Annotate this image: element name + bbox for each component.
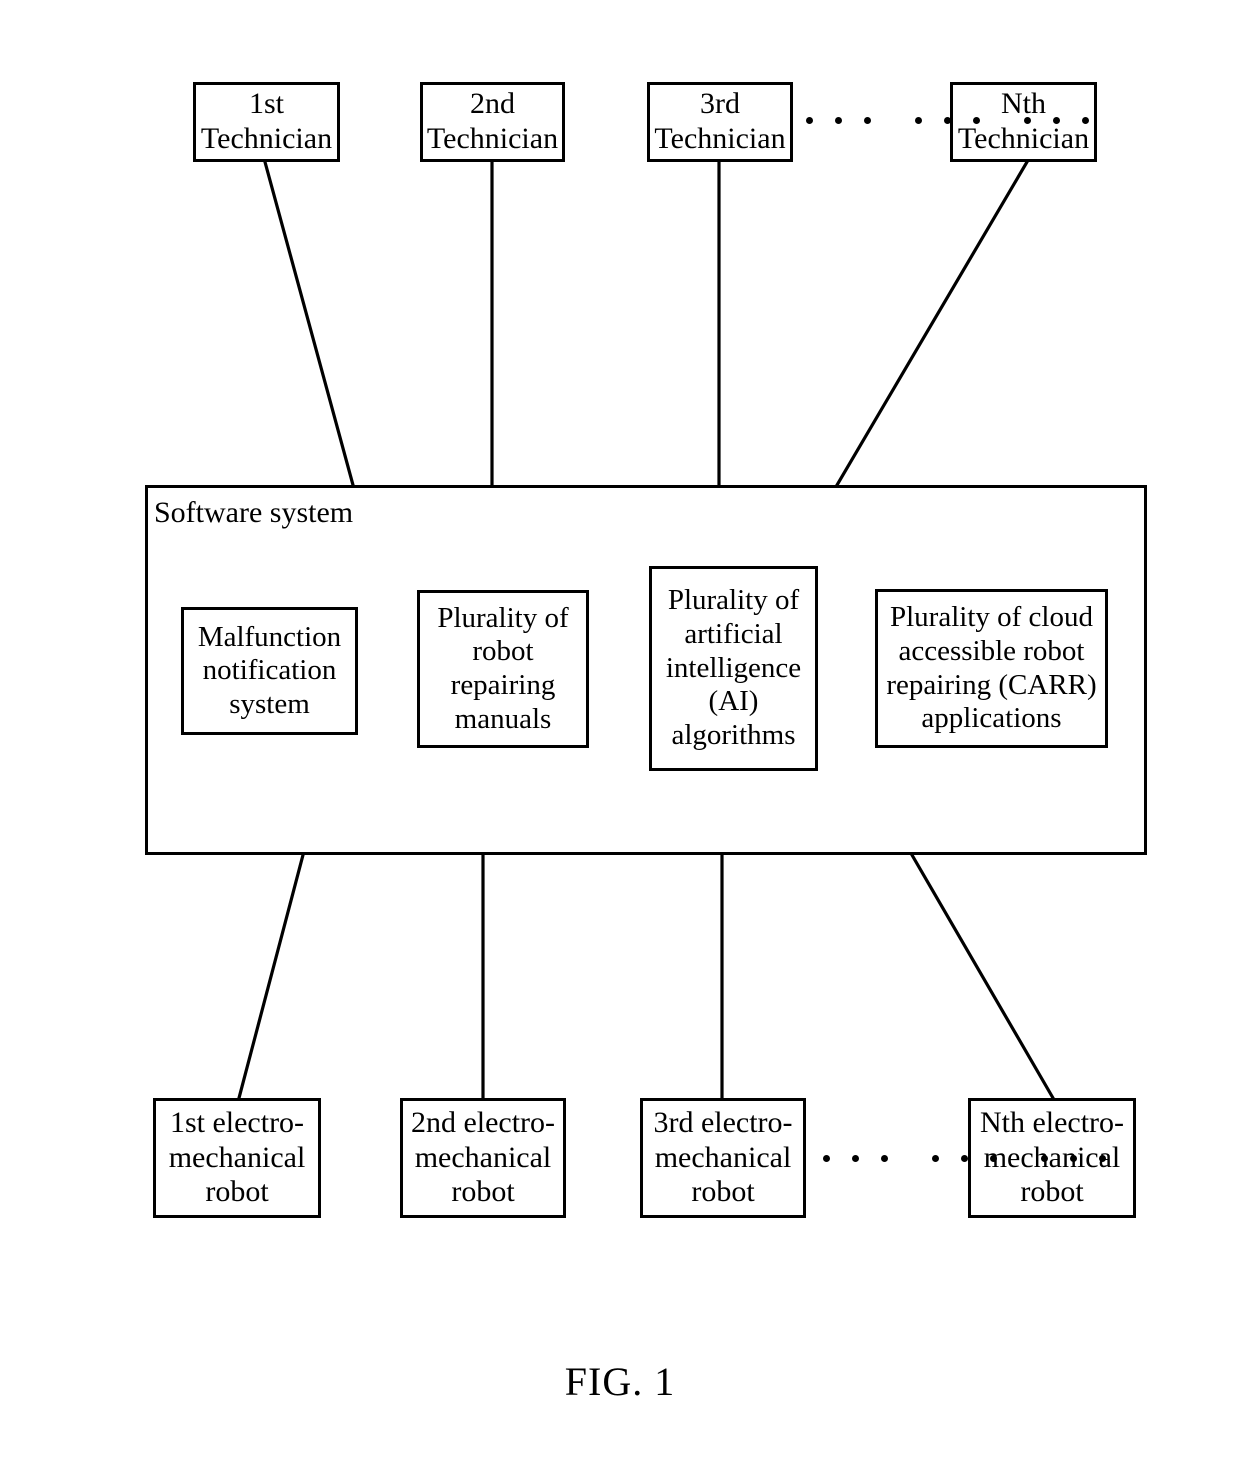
ellipsis-dot <box>1082 117 1089 124</box>
technician-box-1-line1: 1st <box>248 87 284 121</box>
ellipsis-gap <box>899 1158 921 1159</box>
robot-repairing-manuals-label: Plurality of robot repairing manuals <box>437 601 569 735</box>
robot-row-ellipsis <box>812 1155 1117 1162</box>
technician-box-4-line2: Technician <box>957 122 1090 155</box>
malfunction-notification-system-label: Malfunction notification system <box>197 620 342 720</box>
ellipsis-dot <box>1099 1155 1106 1162</box>
robot-box-3[interactable]: 3rd electro-mechanical robot <box>640 1098 806 1218</box>
malfunction-notification-system-box[interactable]: Malfunction notification system <box>181 607 358 735</box>
robot-box-2-line2: mechanical <box>414 1140 552 1174</box>
connector-system-to-robot4 <box>909 852 1056 1101</box>
technician-box-3-line1: 3rd <box>699 87 740 121</box>
ellipsis-dot <box>1041 1155 1048 1162</box>
ellipsis-dot <box>806 117 813 124</box>
robot-box-2-label: 2nd electro-mechanical robot <box>407 1106 559 1210</box>
robot-box-1-line3: robot <box>205 1175 269 1209</box>
ellipsis-group-1 <box>795 117 882 124</box>
technician-row-ellipsis <box>795 117 1100 124</box>
ellipsis-group-1 <box>812 1155 899 1162</box>
ellipsis-group-2 <box>904 117 991 124</box>
ellipsis-dot <box>1070 1155 1077 1162</box>
robot-box-4-line3: robot <box>1020 1175 1084 1209</box>
figure-caption: FIG. 1 <box>564 1359 676 1404</box>
ellipsis-group-3 <box>1030 1155 1117 1162</box>
technician-box-2-line1: 2nd <box>470 87 515 121</box>
robot-box-1-line2: mechanical <box>168 1140 306 1174</box>
patent-figure-1: 1st Technician 2nd Technician 3rd Technicia… <box>0 0 1240 1468</box>
technician-box-1-label: 1st Technician <box>197 87 336 157</box>
robot-box-3-label: 3rd electro-mechanical robot <box>649 1106 796 1210</box>
ellipsis-dot <box>881 1155 888 1162</box>
technician-box-2-label: 2nd Technician <box>423 87 562 157</box>
robot-box-2-line1: 2nd electro- <box>410 1105 556 1139</box>
robot-box-3-line3: robot <box>691 1175 755 1209</box>
connector-tech4-to-system <box>834 159 1030 488</box>
robot-box-1[interactable]: 1st electro-mechanical robot <box>153 1098 321 1218</box>
robot-box-4-line1: Nth electro- <box>979 1105 1125 1139</box>
technician-box-1[interactable]: 1st Technician <box>193 82 340 162</box>
carr-applications-box[interactable]: Plurality of cloud accessible robot repa… <box>875 589 1108 748</box>
ai-algorithms-box[interactable]: Plurality of artificial intelligence (AI… <box>649 566 818 771</box>
robot-box-3-line2: mechanical <box>654 1140 792 1174</box>
ellipsis-group-2 <box>921 1155 1008 1162</box>
ellipsis-group-3 <box>1013 117 1100 124</box>
robot-box-1-line1: 1st electro- <box>169 1105 305 1139</box>
ellipsis-dot <box>852 1155 859 1162</box>
robot-box-2-line3: robot <box>451 1175 515 1209</box>
ai-algorithms-label: Plurality of artificial intelligence (AI… <box>665 584 802 751</box>
ellipsis-dot <box>990 1155 997 1162</box>
ellipsis-gap <box>1008 1158 1030 1159</box>
ellipsis-dot <box>932 1155 939 1162</box>
technician-box-2-line2: Technician <box>426 122 559 155</box>
ellipsis-dot <box>915 117 922 124</box>
ellipsis-dot <box>961 1155 968 1162</box>
ellipsis-dot <box>973 117 980 124</box>
robot-repairing-manuals-box[interactable]: Plurality of robot repairing manuals <box>417 590 589 748</box>
technician-box-4-line1: Nth <box>1000 87 1046 121</box>
ellipsis-dot <box>864 117 871 124</box>
robot-box-1-label: 1st electro-mechanical robot <box>165 1106 310 1210</box>
software-system-label: Software system <box>154 496 354 529</box>
connector-system-to-robot1 <box>237 853 305 1100</box>
ellipsis-gap <box>882 120 904 121</box>
ellipsis-gap <box>991 120 1013 121</box>
technician-box-1-line2: Technician <box>200 122 333 155</box>
ellipsis-dot <box>1053 117 1060 124</box>
ellipsis-dot <box>835 117 842 124</box>
connector-tech1-to-system <box>263 160 355 487</box>
technician-box-3-label: 3rd Technician <box>650 87 789 157</box>
technician-box-3[interactable]: 3rd Technician <box>647 82 793 162</box>
ellipsis-dot <box>823 1155 830 1162</box>
robot-box-3-line1: 3rd electro- <box>653 1105 793 1139</box>
ellipsis-dot <box>944 117 951 124</box>
ellipsis-dot <box>1024 117 1031 124</box>
robot-box-2[interactable]: 2nd electro-mechanical robot <box>400 1098 566 1218</box>
technician-box-3-line2: Technician <box>654 122 786 155</box>
carr-applications-label: Plurality of cloud accessible robot repa… <box>886 601 1097 735</box>
technician-box-2[interactable]: 2nd Technician <box>420 82 565 162</box>
